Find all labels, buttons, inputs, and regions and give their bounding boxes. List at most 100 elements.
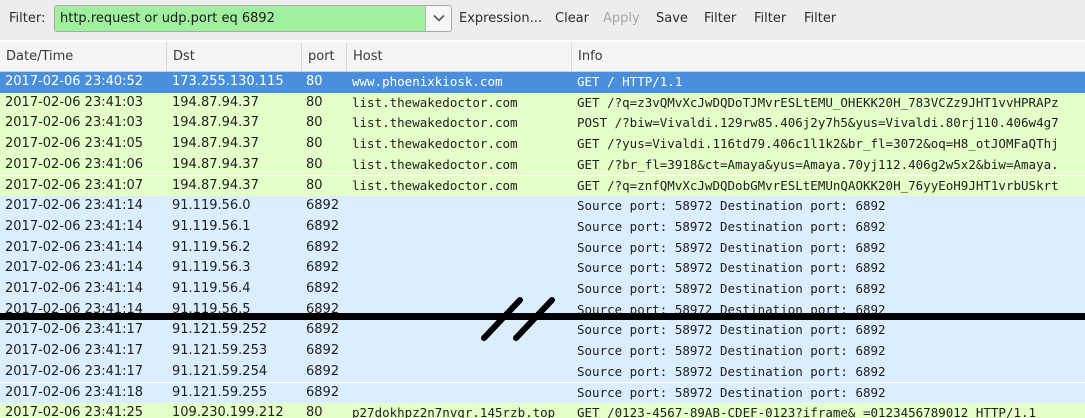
packet-info: Source port: 58972 Destination port: 689… [577, 260, 886, 276]
packet-time: 2017-02-06 23:41:14 [5, 198, 144, 214]
packet-row[interactable]: 2017-02-06 23:41:14 91.119.56.3 6892 Source… [0, 258, 1085, 279]
packet-time: 2017-02-06 23:41:03 [5, 94, 144, 110]
packet-port: 6892 [306, 198, 340, 214]
packet-port: 6892 [306, 239, 340, 255]
packet-host [352, 362, 572, 383]
display-filter-input[interactable] [55, 6, 425, 31]
packet-host [352, 383, 572, 404]
packet-port: 6892 [306, 363, 340, 379]
filter-button-1[interactable]: Filter [704, 11, 736, 26]
packet-dst: 91.121.59.253 [172, 343, 268, 359]
packet-host: list.thewakedoctor.com [352, 115, 518, 131]
packet-row[interactable]: 2017-02-06 23:41:14 91.119.56.0 6892 Source… [0, 196, 1085, 217]
packet-port: 80 [306, 405, 323, 418]
packet-info: Source port: 58972 Destination port: 689… [577, 322, 886, 338]
packet-info: Source port: 58972 Destination port: 689… [577, 218, 886, 234]
packet-host [352, 196, 572, 217]
packet-row[interactable]: 2017-02-06 23:41:14 91.119.56.2 6892 Source… [0, 237, 1085, 259]
packet-port: 6892 [306, 281, 340, 296]
packet-time: 2017-02-06 23:41:03 [5, 115, 144, 131]
packet-time: 2017-02-06 23:40:52 [5, 74, 144, 89]
filter-toolbar: Filter: Expression... Clear Apply Save F… [0, 0, 1085, 40]
packet-time: 2017-02-06 23:41:18 [5, 384, 144, 400]
packet-info: Source port: 58972 Destination port: 689… [577, 363, 886, 379]
packet-dst: 194.87.94.37 [172, 115, 259, 131]
packet-port: 80 [306, 74, 323, 89]
packet-port: 80 [306, 115, 323, 131]
packet-host: www.phoenixkiosk.com [352, 74, 503, 89]
packet-dst: 194.87.94.37 [172, 177, 259, 193]
packet-info: GET /?br_fl=3918&ct=Amaya&yus=Amaya.70yj… [577, 156, 1059, 172]
packet-row[interactable]: 2017-02-06 23:41:17 91.121.59.253 6892 Sour… [0, 341, 1085, 362]
packet-time: 2017-02-06 23:41:25 [5, 405, 144, 418]
filter-button-3[interactable]: Filter [804, 11, 836, 26]
packet-dst: 194.87.94.37 [172, 156, 259, 172]
packet-port: 6892 [306, 218, 340, 234]
break-slash-icon [481, 297, 555, 341]
packet-info: GET /?q=z3vQMvXcJwDQDoTJMvrESLtEMU_OHEKK… [577, 94, 1059, 110]
packet-time: 2017-02-06 23:41:17 [5, 363, 144, 379]
packet-time: 2017-02-06 23:41:17 [5, 343, 144, 359]
packet-row[interactable]: 2017-02-06 23:41:03 194.87.94.37 80 list.th… [0, 92, 1085, 114]
packet-dst: 91.121.59.255 [172, 384, 268, 400]
packet-row[interactable]: 2017-02-06 23:41:18 91.121.59.255 6892 Sour… [0, 382, 1085, 404]
packet-port: 6892 [306, 384, 340, 400]
save-button[interactable]: Save [656, 11, 688, 26]
packet-info: GET /?q=znfQMvXcJwDQDobGMvrESLtEMUnQAOKK… [577, 177, 1059, 193]
packet-time: 2017-02-06 23:41:14 [5, 260, 144, 276]
packet-row[interactable]: 2017-02-06 23:41:25 109.230.199.212 80 p27d… [0, 403, 1085, 418]
packet-info: Source port: 58972 Destination port: 689… [577, 198, 886, 214]
packet-host [352, 238, 572, 259]
packet-info: Source port: 58972 Destination port: 689… [577, 281, 886, 296]
packet-time: 2017-02-06 23:41:17 [5, 322, 144, 338]
packet-info: GET /0123-4567-89AB-CDEF-0123?iframe&_=0… [577, 405, 1037, 418]
column-header-info[interactable]: Info [572, 42, 1085, 71]
packet-dst: 91.119.56.4 [172, 281, 251, 296]
packet-time: 2017-02-06 23:41:14 [5, 239, 144, 255]
packet-host: p27dokhpz2n7nvgr.145rzb.top [352, 405, 556, 418]
packet-row[interactable]: 2017-02-06 23:41:05 194.87.94.37 80 list.th… [0, 134, 1085, 155]
packet-list: 2017-02-06 23:40:52 173.255.130.115 80 www.… [0, 72, 1085, 418]
packet-info: Source port: 58972 Destination port: 689… [577, 343, 886, 359]
packet-list-header: Date/Time Dst port Host Info [0, 42, 1085, 72]
expression-button[interactable]: Expression... [459, 11, 542, 26]
packet-info: Source port: 58972 Destination port: 689… [577, 239, 886, 255]
column-header-port[interactable]: port [302, 42, 347, 71]
chevron-down-icon [433, 14, 445, 22]
packet-port: 6892 [306, 322, 340, 338]
packet-dst: 91.119.56.2 [172, 239, 251, 255]
filter-button-2[interactable]: Filter [754, 11, 786, 26]
packet-dst: 91.121.59.254 [172, 363, 268, 379]
packet-row[interactable]: 2017-02-06 23:41:07 194.87.94.37 80 list.th… [0, 175, 1085, 197]
packet-row[interactable]: 2017-02-06 23:41:06 194.87.94.37 80 list.th… [0, 154, 1085, 176]
packet-dst: 173.255.130.115 [172, 74, 284, 89]
packet-row[interactable]: 2017-02-06 23:41:14 91.119.56.1 6892 Source… [0, 216, 1085, 238]
column-header-host[interactable]: Host [347, 42, 572, 71]
apply-button[interactable]: Apply [603, 11, 640, 26]
packet-port: 80 [306, 177, 323, 193]
packet-port: 80 [306, 94, 323, 110]
filter-dropdown-button[interactable] [425, 6, 451, 31]
packet-time: 2017-02-06 23:41:14 [5, 218, 144, 234]
packet-info: GET / HTTP/1.1 [577, 74, 683, 89]
packet-dst: 91.119.56.1 [172, 218, 251, 234]
packet-port: 80 [306, 136, 323, 152]
packet-row[interactable]: 2017-02-06 23:40:52 173.255.130.115 80 www.… [0, 72, 1085, 93]
filter-combobox[interactable] [54, 5, 452, 32]
packet-row[interactable]: 2017-02-06 23:41:03 194.87.94.37 80 list.th… [0, 113, 1085, 135]
packet-host [352, 341, 572, 362]
packet-port: 80 [306, 156, 323, 172]
packet-info: GET /?yus=Vivaldi.116td79.406c1l1k2&br_f… [577, 136, 1059, 152]
packet-info: POST /?biw=Vivaldi.129rw85.406j2y7h5&yus… [577, 115, 1059, 131]
packet-host: list.thewakedoctor.com [352, 177, 518, 193]
clear-button[interactable]: Clear [555, 11, 589, 26]
packet-time: 2017-02-06 23:41:05 [5, 136, 144, 152]
column-header-time[interactable]: Date/Time [0, 42, 167, 71]
packet-host [352, 217, 572, 238]
packet-port: 6892 [306, 343, 340, 359]
packet-time: 2017-02-06 23:41:14 [5, 281, 144, 296]
packet-dst: 109.230.199.212 [172, 405, 284, 418]
column-header-dst[interactable]: Dst [167, 42, 302, 71]
packet-row[interactable]: 2017-02-06 23:41:17 91.121.59.254 6892 Sour… [0, 361, 1085, 383]
packet-dst: 91.119.56.0 [172, 198, 251, 214]
